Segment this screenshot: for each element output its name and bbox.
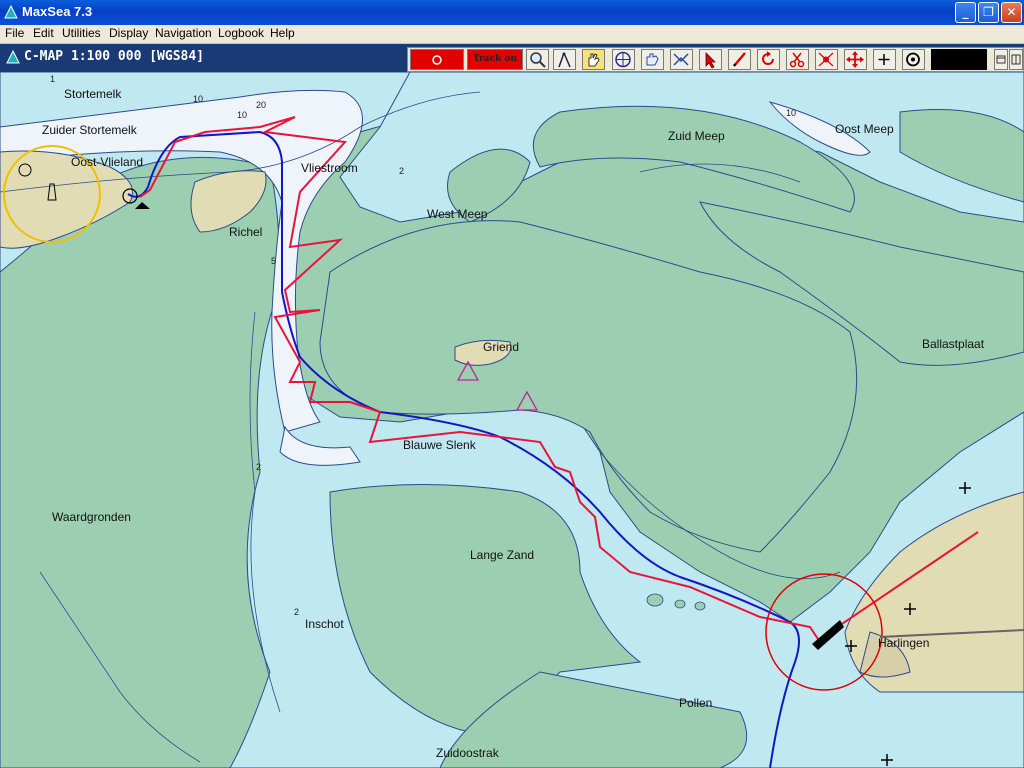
nautical-chart[interactable]: Stortemelk Zuider Stortemelk Oost-Vliela… <box>0 72 1024 768</box>
waypoints-button[interactable] <box>815 49 838 70</box>
chart-toolbar: Track on <box>407 47 1024 72</box>
place-zuid-meep: Zuid Meep <box>668 129 725 143</box>
route-tool-button[interactable] <box>670 49 693 70</box>
rotate-button[interactable] <box>757 49 780 70</box>
place-stortemelk: Stortemelk <box>64 87 122 101</box>
depth-label: 20 <box>256 100 267 110</box>
dividers-button[interactable] <box>553 49 576 70</box>
place-vliestroom: Vliestroom <box>301 161 358 175</box>
depth-label: 10 <box>237 110 248 120</box>
place-richel: Richel <box>229 225 263 239</box>
depth-label: 2 <box>256 462 262 472</box>
menu-navigation[interactable]: Navigation <box>155 26 212 40</box>
place-harlingen: Harlingen <box>878 636 930 650</box>
record-button[interactable] <box>410 49 464 70</box>
depth-label: 5 <box>271 256 277 266</box>
record-icon <box>432 55 442 65</box>
place-west-meep: West Meep <box>427 207 488 221</box>
window-tile-button[interactable] <box>1009 49 1023 70</box>
maxsea-app-icon <box>4 5 18 19</box>
place-inschot: Inschot <box>305 617 344 631</box>
close-icon: ✕ <box>1006 5 1017 19</box>
menu-help[interactable]: Help <box>270 26 295 40</box>
menu-file[interactable]: File <box>5 26 24 40</box>
waypoints-icon <box>818 52 834 67</box>
zoom-button[interactable] <box>526 49 549 70</box>
pencil-button[interactable] <box>728 49 751 70</box>
depth-label: 2 <box>399 166 405 176</box>
chart-canvas[interactable] <box>0 72 1024 768</box>
crosshair-circle-icon <box>615 51 631 68</box>
route-arrows-icon <box>673 53 689 66</box>
chart-title: C-MAP 1:100 000 [WGS84] <box>24 49 205 64</box>
place-ballastplaat: Ballastplaat <box>922 337 985 351</box>
restore-button[interactable]: ❐ <box>978 2 999 23</box>
place-oost-vlieland: Oost-Vlieland <box>71 155 144 169</box>
restore-icon: ❐ <box>983 5 994 19</box>
rotate-icon <box>762 51 774 65</box>
window-title: MaxSea 7.3 <box>22 4 93 19</box>
minimize-button[interactable]: _ <box>955 2 976 23</box>
place-blauwe-slenk: Blauwe Slenk <box>403 438 476 452</box>
close-button[interactable]: ✕ <box>1001 2 1022 23</box>
grab-button[interactable] <box>641 49 664 70</box>
depth-label: 10 <box>193 94 204 104</box>
pencil-icon <box>733 52 746 67</box>
target-icon <box>906 52 920 67</box>
pan-hand-button[interactable] <box>582 49 605 70</box>
scissors-icon <box>789 52 805 68</box>
layout-icon <box>996 55 1006 64</box>
target-button[interactable] <box>902 49 925 70</box>
cut-button[interactable] <box>786 49 809 70</box>
place-pollen: Pollen <box>679 696 713 710</box>
place-lange-zand: Lange Zand <box>470 548 535 562</box>
minimize-icon: _ <box>962 5 969 19</box>
track-on-button[interactable]: Track on <box>467 49 523 70</box>
depth-label: 2 <box>294 607 300 617</box>
place-oost-meep: Oost Meep <box>835 122 894 136</box>
menu-bar: File Edit Utilities Display Navigation L… <box>0 25 1024 44</box>
menu-display[interactable]: Display <box>109 26 148 40</box>
window-title-bar: MaxSea 7.3 _ ❐ ✕ <box>0 0 1024 25</box>
center-button[interactable] <box>612 49 635 70</box>
arrow-cursor-icon <box>705 52 716 69</box>
grab-hand-icon <box>646 53 659 66</box>
place-griend: Griend <box>483 340 520 354</box>
add-mark-button[interactable] <box>873 49 896 70</box>
menu-utilities[interactable]: Utilities <box>62 26 101 40</box>
magnifier-icon <box>530 52 546 68</box>
depth-label: 1 <box>50 74 56 84</box>
move-button[interactable] <box>844 49 867 70</box>
place-zuidoostrak: Zuidoostrak <box>436 746 499 760</box>
plus-icon <box>878 54 890 65</box>
depth-label: 10 <box>786 108 797 118</box>
compass-dividers-icon <box>558 52 571 68</box>
place-zuider-stortemelk: Zuider Stortemelk <box>42 123 137 137</box>
cursor-button[interactable] <box>699 49 722 70</box>
color-swatch-button[interactable] <box>931 49 987 70</box>
menu-logbook[interactable]: Logbook <box>218 26 264 40</box>
tile-icon <box>1011 54 1021 65</box>
move-arrows-icon <box>846 51 864 68</box>
window-layout-button[interactable] <box>994 49 1008 70</box>
place-waardgronden: Waardgronden <box>52 510 131 524</box>
chart-window-icon <box>6 50 20 64</box>
menu-edit[interactable]: Edit <box>33 26 54 40</box>
hand-icon <box>588 53 600 67</box>
